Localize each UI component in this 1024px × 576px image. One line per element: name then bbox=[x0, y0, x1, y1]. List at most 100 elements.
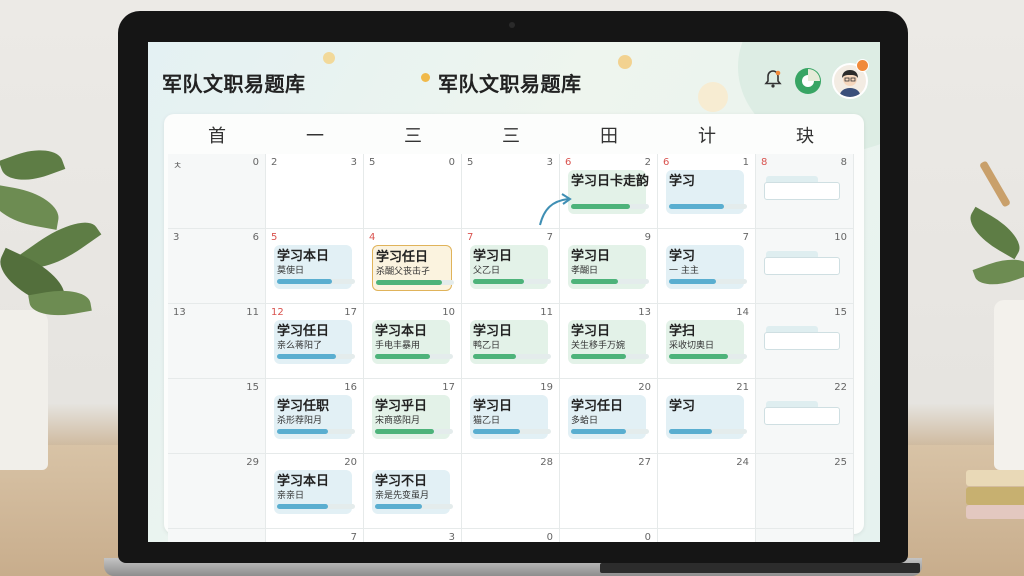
day-number: 21 bbox=[736, 382, 749, 393]
calendar-day-cell[interactable]: 15 bbox=[756, 304, 854, 379]
study-event[interactable]: 学习任日 多蛤日 bbox=[568, 395, 649, 439]
study-event[interactable]: 学习任日杀醐父丧击孑 bbox=[372, 245, 454, 291]
calendar-day-cell[interactable]: 12 17 学习任日 亲么蒋阳了 bbox=[266, 304, 364, 379]
study-event[interactable]: 学习任日 亲么蒋阳了 bbox=[274, 320, 355, 364]
day-number: 6 bbox=[663, 157, 670, 168]
calendar-day-cell[interactable] bbox=[168, 529, 266, 542]
study-event[interactable]: 学习日 关生移手万婉 bbox=[568, 320, 649, 364]
calendar-day-cell[interactable]: 17 学习乎日 宋商惑阳月 bbox=[364, 379, 462, 454]
study-event[interactable]: 学习本日 莫使日 bbox=[274, 245, 355, 289]
calendar-day-cell[interactable]: 13 11 bbox=[168, 304, 266, 379]
event-subtitle: 猫乙日 bbox=[473, 416, 501, 426]
event-title: 学习日 bbox=[473, 324, 513, 339]
empty-slot[interactable] bbox=[764, 332, 840, 350]
calendar-day-cell[interactable]: 24 bbox=[658, 454, 756, 529]
study-event[interactable]: 学习 bbox=[666, 395, 747, 439]
calendar-day-cell[interactable]: 20 学习本日 亲亲日 bbox=[266, 454, 364, 529]
calendar-day-cell[interactable]: 29 bbox=[168, 454, 266, 529]
weekday-header: 首一三三田计玦 bbox=[164, 114, 864, 154]
progress-bar bbox=[375, 354, 430, 359]
study-event[interactable]: 学习日 孝醐日 bbox=[568, 245, 649, 289]
study-event[interactable]: 学习乎日 宋商惑阳月 bbox=[372, 395, 453, 439]
study-event[interactable]: 学习日卡走韵 bbox=[568, 170, 649, 214]
calendar-day-cell[interactable]: 5 学习本日 莫使日 bbox=[266, 229, 364, 304]
calendar-day-cell[interactable]: ㅊ0 bbox=[168, 154, 266, 229]
calendar-day-cell[interactable]: 36 bbox=[168, 229, 266, 304]
calendar-day-cell[interactable]: 10 学习本日 手电丰暴用 bbox=[364, 304, 462, 379]
study-event[interactable]: 学习一 主主 bbox=[666, 245, 747, 289]
empty-slot[interactable] bbox=[764, 182, 840, 200]
calendar-day-cell[interactable]: 0 bbox=[560, 529, 658, 542]
progress-bar bbox=[571, 354, 626, 359]
day-number: 9 bbox=[644, 232, 651, 243]
study-event[interactable]: 学扫 采收切奥日 bbox=[666, 320, 747, 364]
calendar-day-cell[interactable]: 21 学习 bbox=[658, 379, 756, 454]
calendar-day-cell[interactable] bbox=[756, 529, 854, 542]
day-number: 2 bbox=[644, 157, 651, 168]
day-number: 7 bbox=[350, 532, 357, 542]
event-title: 学习任日 bbox=[376, 250, 429, 265]
study-event[interactable]: 学习任职 杀形荐阳月 bbox=[274, 395, 355, 439]
study-event[interactable]: 学习 bbox=[666, 170, 747, 214]
day-number: 5 bbox=[369, 157, 376, 168]
day-number: 29 bbox=[246, 457, 259, 468]
calendar-day-cell[interactable]: 28 bbox=[462, 454, 560, 529]
study-event[interactable]: 学习日 猫乙日 bbox=[470, 395, 551, 439]
calendar-day-cell[interactable]: 15 bbox=[168, 379, 266, 454]
calendar-day-cell[interactable]: 7 bbox=[266, 529, 364, 542]
title-dot bbox=[421, 73, 430, 82]
calendar-day-cell[interactable]: 20 学习任日 多蛤日 bbox=[560, 379, 658, 454]
day-number: 20 bbox=[638, 382, 651, 393]
event-subtitle: 亲是先变虽月 bbox=[375, 491, 430, 501]
calendar-day-cell[interactable]: 9 学习日 孝醐日 bbox=[560, 229, 658, 304]
study-event[interactable]: 学习日 父乙日 bbox=[470, 245, 551, 289]
event-title: 学习日 bbox=[571, 324, 611, 339]
book-stack-3 bbox=[966, 505, 1024, 519]
day-number: 0 bbox=[644, 532, 651, 542]
calendar-day-cell[interactable]: 22 bbox=[756, 379, 854, 454]
event-title: 学习 bbox=[669, 399, 696, 414]
calendar-day-cell[interactable]: 0 bbox=[462, 529, 560, 542]
calendar-day-cell[interactable]: 11 学习日 鸭乙日 bbox=[462, 304, 560, 379]
bell-icon[interactable] bbox=[762, 68, 784, 90]
pie-chart-icon[interactable] bbox=[795, 68, 821, 94]
study-event[interactable]: 学习不日亲是先变虽月 bbox=[372, 470, 453, 514]
weekday-label: 一 bbox=[306, 126, 324, 147]
calendar-day-cell[interactable]: 7 7 学习日 父乙日 bbox=[462, 229, 560, 304]
event-subtitle: 亲么蒋阳了 bbox=[277, 341, 323, 351]
calendar-day-cell[interactable]: 学习不日亲是先变虽月 bbox=[364, 454, 462, 529]
calendar-day-cell[interactable]: 25 bbox=[756, 454, 854, 529]
calendar-day-cell[interactable]: 13 学习日 关生移手万婉 bbox=[560, 304, 658, 379]
calendar-day-cell[interactable]: 19 学习日 猫乙日 bbox=[462, 379, 560, 454]
study-event[interactable]: 学习日 鸭乙日 bbox=[470, 320, 551, 364]
study-event[interactable]: 学习本日 手电丰暴用 bbox=[372, 320, 453, 364]
progress-bar bbox=[571, 279, 618, 284]
weekday-label: 三 bbox=[502, 126, 520, 147]
weekday-label: 计 bbox=[698, 126, 716, 147]
calendar-day-cell[interactable]: 6 1 学习 bbox=[658, 154, 756, 229]
calendar-day-cell[interactable]: 88 bbox=[756, 154, 854, 229]
day-number: 10 bbox=[834, 232, 847, 243]
event-subtitle: 一 主主 bbox=[669, 266, 699, 276]
empty-slot[interactable] bbox=[764, 257, 840, 275]
calendar-day-cell[interactable]: 16 学习任职 杀形荐阳月 bbox=[266, 379, 364, 454]
calendar-day-cell[interactable]: 27 bbox=[560, 454, 658, 529]
day-number: 3 bbox=[350, 157, 357, 168]
calendar-day-cell[interactable]: 7 学习一 主主 bbox=[658, 229, 756, 304]
calendar-day-cell[interactable]: 50 bbox=[364, 154, 462, 229]
calendar-day-cell[interactable]: 3 bbox=[364, 529, 462, 542]
study-event[interactable]: 学习本日 亲亲日 bbox=[274, 470, 355, 514]
calendar-day-cell[interactable]: 23 bbox=[266, 154, 364, 229]
day-number: 16 bbox=[344, 382, 357, 393]
progress-bar bbox=[277, 279, 332, 284]
day-number: 7 bbox=[546, 232, 553, 243]
event-title: 学习任日 bbox=[571, 399, 624, 414]
calendar-day-cell[interactable]: 10 bbox=[756, 229, 854, 304]
calendar-day-cell[interactable]: 14 学扫 采收切奥日 bbox=[658, 304, 756, 379]
progress-bar bbox=[571, 429, 626, 434]
empty-slot[interactable] bbox=[764, 407, 840, 425]
calendar-day-cell[interactable]: 4 学习任日 杀醐父丧击孑 bbox=[364, 229, 462, 304]
event-subtitle: 杀醐父丧击孑 bbox=[376, 267, 431, 277]
calendar-day-cell[interactable] bbox=[658, 529, 756, 542]
event-title: 学习不日 bbox=[375, 474, 428, 489]
